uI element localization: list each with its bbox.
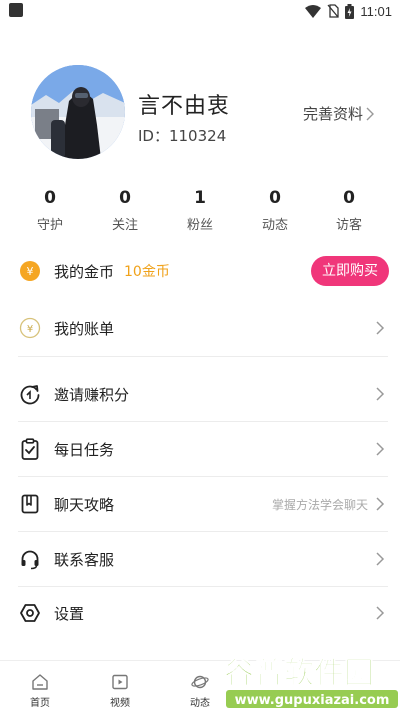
menu-label: 设置 xyxy=(54,604,85,623)
video-icon xyxy=(112,674,128,690)
bill-icon: ¥ xyxy=(18,316,42,340)
tab-label: 视频 xyxy=(110,698,130,709)
tab-video[interactable]: 视频 xyxy=(96,673,144,709)
tab-label: 首页 xyxy=(30,698,50,709)
stat-value: 0 xyxy=(44,188,56,208)
profile-page: 11:01 言不由衷 ID：110324 完善资料 0 守护 0 关注 1 粉丝… xyxy=(0,0,400,712)
battery-icon xyxy=(345,3,355,19)
edit-profile-label: 完善资料 xyxy=(302,105,363,123)
chevron-right-icon xyxy=(366,107,374,120)
menu-item-bill[interactable]: ¥ 我的账单 xyxy=(0,301,400,355)
stat-guard[interactable]: 0 守护 xyxy=(20,188,80,233)
stat-label: 访客 xyxy=(335,218,362,233)
planet-icon xyxy=(191,675,209,689)
svg-text:¥: ¥ xyxy=(27,324,33,335)
stat-label: 动态 xyxy=(261,218,288,233)
menu-label: 我的账单 xyxy=(54,319,115,338)
stat-value: 1 xyxy=(194,188,206,208)
coins-label: 我的金币 xyxy=(54,262,115,281)
svg-text:¥: ¥ xyxy=(27,265,34,278)
status-time: 11:01 xyxy=(360,3,392,19)
coin-icon: ¥ xyxy=(18,259,42,283)
svg-text:www.gupuxiazai.com: www.gupuxiazai.com xyxy=(235,693,390,708)
settings-hexagon-icon xyxy=(18,601,42,625)
stats-bar: 0 守护 0 关注 1 粉丝 0 动态 0 访客 xyxy=(0,188,400,233)
menu-item-invite[interactable]: 邀请赚积分 xyxy=(0,367,400,421)
buy-now-button[interactable]: 立即购买 xyxy=(311,256,389,286)
stat-following[interactable]: 0 关注 xyxy=(95,188,155,233)
wifi-icon xyxy=(305,4,322,18)
menu-item-settings[interactable]: 设置 xyxy=(0,586,400,640)
chat-guide-hint: 掌握方法学会聊天 xyxy=(271,497,368,512)
app-notification-icon xyxy=(9,3,23,17)
refresh-arrow-icon xyxy=(18,382,42,406)
chevron-right-icon xyxy=(376,606,385,620)
chevron-right-icon xyxy=(376,442,385,456)
menu-label: 每日任务 xyxy=(54,440,115,459)
menu-label: 邀请赚积分 xyxy=(54,385,130,404)
chevron-right-icon xyxy=(376,552,385,566)
menu-item-daily-task[interactable]: 每日任务 xyxy=(0,422,400,476)
stat-label: 关注 xyxy=(111,218,138,233)
no-sim-icon xyxy=(327,4,340,18)
chevron-right-icon xyxy=(376,387,385,401)
menu-item-support[interactable]: 联系客服 xyxy=(0,532,400,586)
watermark-logo: 谷普软件园 www.gupuxiazai.com xyxy=(218,650,400,712)
clipboard-check-icon xyxy=(18,437,42,461)
svg-text:谷普软件园: 谷普软件园 xyxy=(224,656,374,691)
menu-label: 聊天攻略 xyxy=(54,495,115,514)
tab-home[interactable]: 首页 xyxy=(16,673,64,709)
menu-item-chat-guide[interactable]: 聊天攻略 掌握方法学会聊天 xyxy=(0,477,400,531)
divider xyxy=(18,356,388,357)
user-name: 言不由衷 xyxy=(138,94,231,119)
status-bar: 11:01 xyxy=(0,0,400,24)
stat-visitors[interactable]: 0 访客 xyxy=(319,188,379,233)
stat-label: 粉丝 xyxy=(186,218,213,233)
stat-fans[interactable]: 1 粉丝 xyxy=(170,188,230,233)
stat-label: 守护 xyxy=(36,218,63,233)
stat-posts[interactable]: 0 动态 xyxy=(245,188,305,233)
tab-label: 动态 xyxy=(190,698,210,709)
stat-value: 0 xyxy=(343,188,355,208)
edit-profile-link[interactable]: 完善资料 xyxy=(303,103,374,124)
tab-moments[interactable]: 动态 xyxy=(176,673,224,709)
notebook-icon xyxy=(18,492,42,516)
headset-icon xyxy=(18,547,42,571)
stat-value: 0 xyxy=(119,188,131,208)
stat-value: 0 xyxy=(269,188,281,208)
chevron-right-icon xyxy=(376,321,385,335)
avatar[interactable] xyxy=(31,65,125,159)
user-id: ID：110324 xyxy=(138,127,227,145)
menu-label: 联系客服 xyxy=(54,550,115,569)
home-icon xyxy=(32,674,48,690)
chevron-right-icon xyxy=(376,497,385,511)
coin-amount: 10金币 xyxy=(124,264,170,280)
